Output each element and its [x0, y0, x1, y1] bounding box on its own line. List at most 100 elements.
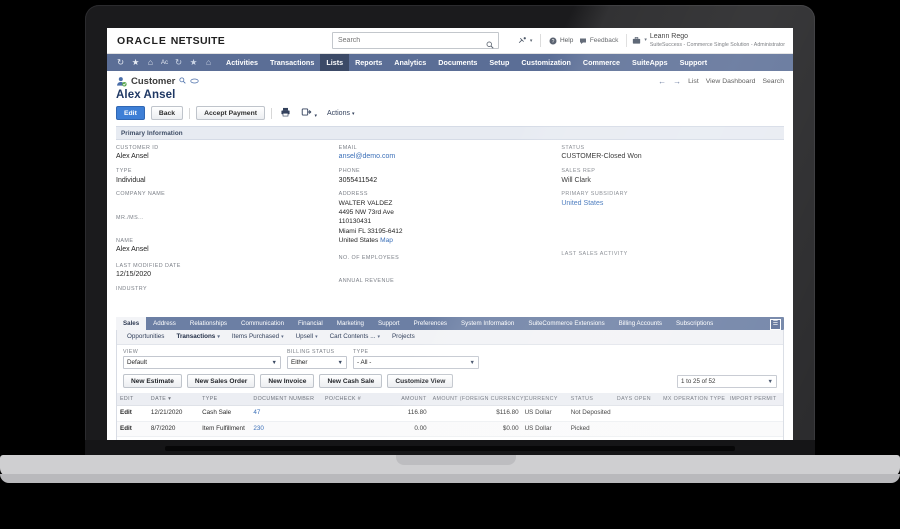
customize-view-button[interactable]: Customize View: [387, 374, 454, 389]
laptop-base-bottom: [0, 474, 900, 483]
tab-suitecommerce-extensions[interactable]: SuiteCommerce Extensions: [521, 317, 611, 330]
nav-item-analytics[interactable]: Analytics: [388, 54, 432, 71]
map-link[interactable]: Map: [380, 237, 393, 244]
nav-item-reports[interactable]: Reports: [349, 54, 388, 71]
recent-records-icon-2[interactable]: ↻: [171, 54, 186, 71]
user-menu[interactable]: ▾ Leann Rego SuiteSuccess - Commerce Sin…: [632, 33, 789, 48]
nav-item-documents[interactable]: Documents: [432, 54, 483, 71]
column-header[interactable]: DAYS OPEN: [613, 393, 661, 407]
tab-address[interactable]: Address: [146, 317, 183, 330]
subtab-cart-contents[interactable]: Cart Contents ... ▾: [324, 332, 386, 342]
filter-billing-status: BILLING STATUS Either ▼: [287, 349, 347, 370]
feedback-button[interactable]: Feedback: [576, 37, 621, 45]
nav-item-transactions[interactable]: Transactions: [264, 54, 320, 71]
tab-marketing[interactable]: Marketing: [330, 317, 371, 330]
tab-communication[interactable]: Communication: [234, 317, 291, 330]
field-type: TYPE Individual: [116, 168, 329, 185]
nav-item-support[interactable]: Support: [674, 54, 714, 71]
favorites-icon[interactable]: ★: [128, 54, 143, 71]
help-button[interactable]: ? Help: [546, 37, 576, 45]
nav-item-activities[interactable]: Activities: [220, 54, 264, 71]
accept-payment-button[interactable]: Accept Payment: [196, 106, 265, 120]
column-header[interactable]: STATUS: [567, 393, 614, 407]
subtab-opportunities[interactable]: Opportunities: [121, 332, 170, 342]
tab-support[interactable]: Support: [371, 317, 407, 330]
button-divider: [189, 107, 191, 119]
edit-link[interactable]: Edit: [117, 405, 148, 422]
column-header[interactable]: MX OPERATION TYPE: [660, 393, 727, 407]
tab-system-information[interactable]: System Information: [454, 317, 521, 330]
search-icon[interactable]: [486, 36, 494, 54]
subtab-transactions[interactable]: Transactions ▾: [170, 332, 225, 342]
field-value: [116, 199, 329, 209]
field-value: Will Clark: [561, 176, 591, 184]
column-header[interactable]: DOCUMENT NUMBER: [250, 393, 322, 407]
nav-item-setup[interactable]: Setup: [483, 54, 515, 71]
laptop-base-notch: [396, 455, 516, 465]
link-list[interactable]: List: [688, 78, 699, 85]
field-value: [339, 285, 552, 295]
edit-button[interactable]: Edit: [116, 106, 145, 120]
nav-item-customization[interactable]: Customization: [515, 54, 577, 71]
tab-billing-accounts[interactable]: Billing Accounts: [612, 317, 669, 330]
search-input[interactable]: [333, 36, 480, 45]
column-header[interactable]: AMOUNT (FOREIGN CURRENCY): [429, 393, 526, 407]
ac-label[interactable]: Ac: [158, 60, 171, 66]
record-cloud-icon[interactable]: [190, 77, 199, 86]
back-arrow-icon[interactable]: ←: [658, 77, 666, 86]
column-header[interactable]: TYPE: [199, 393, 251, 407]
filter-label: TYPE: [353, 348, 369, 355]
new-invoice-button[interactable]: New Invoice: [260, 374, 315, 389]
recent-records-icon[interactable]: ↻: [113, 54, 128, 71]
tab-sales[interactable]: Sales: [116, 316, 147, 330]
favorites-icon-2[interactable]: ★: [186, 54, 201, 71]
main-navigation: ↻ ★ ⌂ Ac ↻ ★ ⌂ Activities Transactions L…: [107, 54, 793, 71]
new-sales-order-button[interactable]: New Sales Order: [186, 374, 256, 389]
pagination-select[interactable]: 1 to 25 of 52 ▼: [677, 375, 777, 389]
actions-menu[interactable]: Actions ▾: [325, 110, 356, 117]
document-number-link[interactable]: 230: [250, 421, 322, 438]
link-view-dashboard[interactable]: View Dashboard: [706, 78, 756, 85]
quick-add-menu[interactable]: ▾: [515, 36, 535, 45]
cell-type: Item Fulfillment: [199, 421, 251, 438]
edit-link[interactable]: Edit: [117, 421, 148, 438]
back-button[interactable]: Back: [150, 106, 184, 120]
document-number-link[interactable]: 47: [250, 405, 322, 422]
column-header[interactable]: EDIT: [117, 393, 148, 407]
home-icon[interactable]: ⌂: [143, 54, 158, 71]
subtab-items-purchased[interactable]: Items Purchased ▾: [226, 332, 290, 342]
field-value: [116, 222, 329, 232]
tab-financial[interactable]: Financial: [291, 317, 330, 330]
global-search[interactable]: [332, 32, 499, 49]
home-icon-2[interactable]: ⌂: [201, 54, 216, 71]
field-value-subsidiary-link[interactable]: United States: [561, 199, 774, 209]
tab-preferences[interactable]: Preferences: [407, 317, 454, 330]
tab-relationships[interactable]: Relationships: [183, 317, 234, 330]
record-search-icon[interactable]: [179, 77, 186, 86]
field-value-email-link[interactable]: ansel@demo.com: [339, 152, 552, 162]
subtab-projects[interactable]: Projects: [386, 332, 421, 342]
column-header[interactable]: AMOUNT: [378, 393, 430, 407]
new-estimate-button[interactable]: New Estimate: [123, 374, 182, 389]
new-cash-sale-button[interactable]: New Cash Sale: [319, 374, 383, 389]
record-header: Customer Alex Ansel ← → List View Dashbo…: [107, 71, 793, 120]
export-icon[interactable]: ▾: [299, 107, 319, 119]
view-select[interactable]: Default ▼: [123, 356, 281, 370]
tab-subscriptions[interactable]: Subscriptions: [669, 317, 720, 330]
print-icon[interactable]: [278, 107, 293, 119]
subtab-upsell[interactable]: Upsell ▾: [290, 332, 324, 342]
forward-arrow-icon[interactable]: →: [673, 77, 681, 86]
billing-status-select[interactable]: Either ▼: [287, 356, 347, 370]
table-row[interactable]: Edit 8/7/2020 Item Fulfillment 230 0.00 $0.00…: [117, 421, 783, 438]
link-search[interactable]: Search: [762, 78, 784, 85]
tab-overflow-menu-icon[interactable]: ☰: [770, 318, 781, 330]
nav-item-lists[interactable]: Lists: [320, 54, 350, 71]
column-header[interactable]: IMPORT PERMIT: [726, 393, 783, 407]
type-select[interactable]: - All - ▼: [353, 356, 479, 370]
column-header[interactable]: DATE ▾: [147, 393, 200, 407]
column-header[interactable]: PO/CHECK #: [322, 393, 379, 407]
column-header[interactable]: CURRENCY: [521, 393, 568, 407]
nav-item-suiteapps[interactable]: SuiteApps: [626, 54, 674, 71]
nav-item-commerce[interactable]: Commerce: [577, 54, 626, 71]
table-row[interactable]: Edit 12/21/2020 Cash Sale 47 116.80 $116.80 US…: [117, 405, 783, 422]
